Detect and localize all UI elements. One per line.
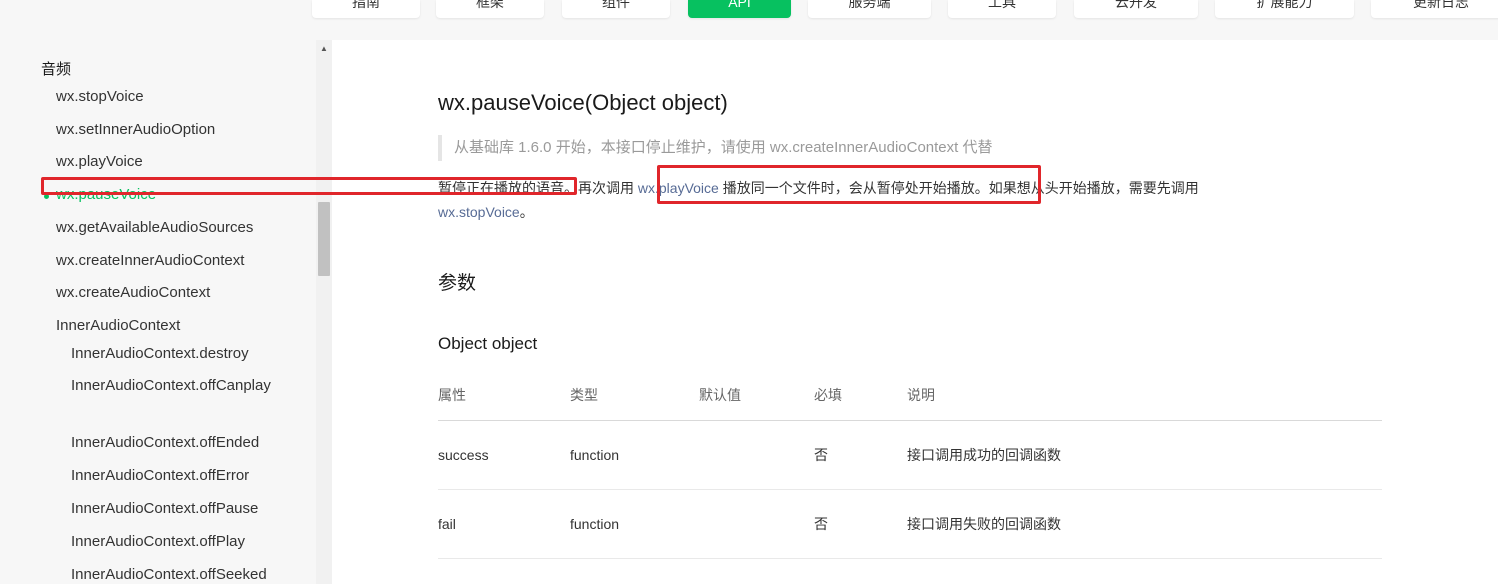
sidebar-item-offpause[interactable]: InnerAudioContext.offPause xyxy=(71,497,281,521)
nav-tab-changelog[interactable]: 更新日志 xyxy=(1371,0,1498,18)
top-navigation: 指南 框架 组件 API 服务端 工具 云开发 扩展能力 更新日志 xyxy=(0,0,1498,40)
table-cell: function xyxy=(570,420,699,490)
table-cell: 否 xyxy=(814,420,907,490)
object-subtitle: Object object xyxy=(438,334,538,353)
sidebar-item-offseeked[interactable]: InnerAudioContext.offSeeked xyxy=(71,563,281,584)
table-cell: function xyxy=(570,489,699,559)
table-cell: 接口调用失败的回调函数 xyxy=(907,489,1382,559)
nav-tab-api[interactable]: API xyxy=(688,0,791,18)
sidebar-item-offplay[interactable]: InnerAudioContext.offPlay xyxy=(71,530,281,554)
table-header: 类型 xyxy=(570,370,699,421)
table-cell: 接口调用成功的回调函数 xyxy=(907,420,1382,490)
table-cell: fail xyxy=(438,489,570,559)
table-cell xyxy=(699,489,814,559)
desc-part1: 暂停正在播放的语音。再次调用 xyxy=(438,180,638,196)
notice-prefix: 从基础库 1.6.0 开始，本接口停止维护，请使用 xyxy=(454,139,770,156)
nav-tab-framework[interactable]: 框架 xyxy=(436,0,544,18)
table-row: fail function 否 接口调用失败的回调函数 xyxy=(438,489,1382,559)
table-header: 默认值 xyxy=(699,370,814,421)
sidebar-scrollbar[interactable] xyxy=(316,40,332,584)
table-cell: success xyxy=(438,420,570,490)
nav-tab-server[interactable]: 服务端 xyxy=(808,0,931,18)
sidebar-item-createinneraudiocontext[interactable]: wx.createInnerAudioContext xyxy=(56,252,244,269)
sidebar-item-playvoice[interactable]: wx.playVoice xyxy=(56,153,143,170)
sidebar-item-offended[interactable]: InnerAudioContext.offEnded xyxy=(71,431,281,455)
nav-tab-cloud[interactable]: 云开发 xyxy=(1074,0,1198,18)
desc-part2: 播放同一个文件时，会从暂停处开始播放。如果想从头开始播放，需要先调用 xyxy=(718,180,1199,196)
table-cell: 否 xyxy=(814,489,907,559)
active-indicator-dot xyxy=(44,194,49,199)
table-cell xyxy=(699,420,814,490)
playvoice-link[interactable]: wx.playVoice xyxy=(638,180,719,196)
table-header: 说明 xyxy=(907,370,1382,421)
sidebar-item-inneraudiocontext[interactable]: InnerAudioContext xyxy=(56,317,180,334)
page-title: wx.pauseVoice(Object object) xyxy=(438,90,728,115)
notice-suffix: 代替 xyxy=(958,139,993,156)
sidebar: 音频 wx.stopVoice wx.setInnerAudioOption w… xyxy=(0,40,332,584)
sidebar-item-setinneraudiooption[interactable]: wx.setInnerAudioOption xyxy=(56,121,215,138)
sidebar-item-stopvoice[interactable]: wx.stopVoice xyxy=(56,88,144,105)
notice-link[interactable]: wx.createInnerAudioContext xyxy=(770,139,958,156)
sidebar-item-createaudiocontext[interactable]: wx.createAudioContext xyxy=(56,284,210,301)
nav-tab-tools[interactable]: 工具 xyxy=(948,0,1056,18)
sidebar-item-pausevoice[interactable]: wx.pauseVoice xyxy=(56,186,156,203)
api-description: 暂停正在播放的语音。再次调用 wx.playVoice 播放同一个文件时，会从暂… xyxy=(438,176,1318,224)
table-header-row: 属性 类型 默认值 必填 说明 xyxy=(438,370,1382,421)
params-section-title: 参数 xyxy=(438,273,477,294)
deprecation-notice: 从基础库 1.6.0 开始，本接口停止维护，请使用 wx.createInner… xyxy=(438,135,992,161)
nav-tab-extensions[interactable]: 扩展能力 xyxy=(1215,0,1354,18)
main-content: wx.pauseVoice(Object object) 从基础库 1.6.0 … xyxy=(332,40,1498,584)
table-row: success function 否 接口调用成功的回调函数 xyxy=(438,420,1382,490)
table-header: 必填 xyxy=(814,370,907,421)
sidebar-item-offcanplay[interactable]: InnerAudioContext.offCanplay xyxy=(71,374,279,398)
sidebar-item-getavailableaudiosources[interactable]: wx.getAvailableAudioSources xyxy=(56,219,253,236)
desc-part3: 。 xyxy=(519,204,534,220)
sidebar-group-title: 音频 xyxy=(41,61,72,78)
sidebar-scroll-thumb[interactable] xyxy=(318,202,330,276)
sidebar-item-offerror[interactable]: InnerAudioContext.offError xyxy=(71,464,281,488)
stopvoice-link[interactable]: wx.stopVoice xyxy=(438,204,520,220)
nav-tab-components[interactable]: 组件 xyxy=(562,0,670,18)
table-header: 属性 xyxy=(438,370,570,421)
params-table: 属性 类型 默认值 必填 说明 success function 否 接口调用成… xyxy=(438,370,1382,559)
nav-tab-guide[interactable]: 指南 xyxy=(312,0,420,18)
sidebar-item-destroy[interactable]: InnerAudioContext.destroy xyxy=(71,342,281,366)
scroll-up-arrow-icon[interactable]: ▲ xyxy=(316,40,332,58)
